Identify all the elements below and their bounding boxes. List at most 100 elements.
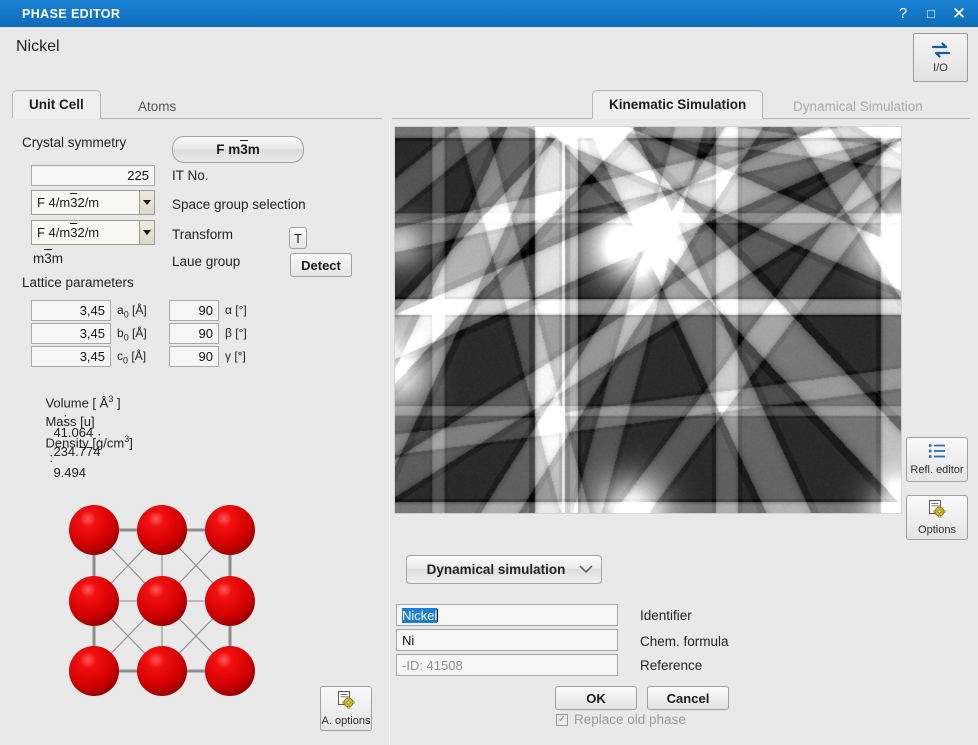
kikuchi-pattern[interactable] bbox=[394, 126, 902, 514]
lattice-beta-input[interactable] bbox=[169, 323, 219, 344]
window-title: PHASE EDITOR bbox=[22, 6, 121, 21]
it-number-input[interactable] bbox=[31, 165, 155, 186]
transform-select[interactable]: F 4/m 3 2/m bbox=[31, 220, 155, 245]
simulation-mode-value: Dynamical simulation bbox=[426, 562, 566, 577]
options-button[interactable]: Options bbox=[906, 495, 968, 540]
replace-old-phase-row[interactable]: ✓ Replace old phase bbox=[556, 712, 686, 727]
tab-kinematic-simulation-label: Kinematic Simulation bbox=[609, 97, 747, 112]
replace-old-phase-checkbox[interactable]: ✓ bbox=[556, 713, 568, 726]
chem-formula-value: Ni bbox=[402, 632, 415, 648]
lattice-c-label: c0 [Å] bbox=[117, 349, 146, 365]
crystal-symmetry-heading: Crystal symmetry bbox=[22, 135, 127, 150]
help-button[interactable]: ? bbox=[890, 1, 916, 26]
lattice-parameters-heading: Lattice parameters bbox=[22, 275, 134, 290]
density-label: Density [g/cm bbox=[45, 435, 125, 451]
simulation-tab-bar: Kinematic Simulation Dynamical Simulatio… bbox=[392, 90, 970, 119]
title-bar: PHASE EDITOR ? □ ✕ bbox=[0, 0, 978, 27]
identifier-value: Nickel bbox=[402, 607, 438, 623]
reflection-editor-label: Refl. editor bbox=[910, 464, 964, 476]
lattice-gamma-symbol: γ bbox=[225, 349, 231, 363]
transform-select-suffix: 2/m bbox=[77, 225, 100, 240]
chem-formula-label: Chem. formula bbox=[640, 634, 729, 649]
tab-unit-cell-label: Unit Cell bbox=[29, 97, 84, 112]
atom-options-button[interactable]: A. options bbox=[320, 686, 372, 731]
ok-button[interactable]: OK bbox=[555, 686, 637, 710]
io-button[interactable]: I/O bbox=[913, 33, 968, 82]
lattice-c-unit: [Å] bbox=[131, 349, 147, 363]
list-icon bbox=[928, 443, 946, 462]
space-group-symbol-bar: 3 bbox=[240, 140, 248, 157]
maximize-button[interactable]: □ bbox=[918, 1, 944, 26]
transform-button[interactable]: T bbox=[289, 227, 307, 249]
laue-group-prefix: m bbox=[33, 251, 45, 266]
space-group-symbol-prefix: F m bbox=[216, 142, 241, 157]
laue-group-label: Laue group bbox=[172, 254, 241, 269]
io-button-label: I/O bbox=[933, 61, 948, 74]
detect-button[interactable]: Detect bbox=[290, 253, 352, 277]
laue-group-suffix: m bbox=[51, 251, 64, 266]
space-group-select[interactable]: F 4/m 3 2/m bbox=[31, 190, 155, 215]
lattice-b-label: b0 [Å] bbox=[117, 326, 147, 342]
transform-label: Transform bbox=[172, 227, 234, 242]
chevron-down-icon[interactable] bbox=[139, 220, 155, 245]
space-group-select-bar: 3 bbox=[70, 193, 78, 210]
lattice-a-label: a0 [Å] bbox=[117, 303, 147, 319]
transform-select-value: F 4/m 3 2/m bbox=[31, 220, 139, 245]
space-group-select-prefix: F 4/m bbox=[37, 195, 71, 210]
cancel-button[interactable]: Cancel bbox=[647, 686, 729, 710]
lattice-alpha-symbol: α bbox=[225, 303, 232, 317]
tab-atoms[interactable]: Atoms bbox=[122, 93, 192, 119]
space-group-symbol-button[interactable]: F m3m bbox=[172, 136, 304, 163]
density-value: 9.494 bbox=[53, 465, 86, 481]
options-label: Options bbox=[918, 524, 956, 536]
it-number-label: IT No. bbox=[172, 168, 209, 183]
window-controls: ? □ ✕ bbox=[890, 1, 978, 26]
tab-dynamical-simulation: Dynamical Simulation bbox=[777, 93, 939, 119]
laue-group-value: m3m bbox=[33, 249, 64, 266]
transform-select-prefix: F 4/m bbox=[37, 225, 71, 240]
kikuchi-pattern-canvas[interactable] bbox=[395, 127, 901, 513]
reference-input[interactable]: -ID: 41508 bbox=[396, 654, 618, 676]
density-label-end: ] bbox=[129, 435, 133, 451]
transform-select-bar: 3 bbox=[70, 223, 78, 240]
identifier-label: Identifier bbox=[640, 608, 692, 623]
tab-atoms-label: Atoms bbox=[138, 98, 177, 114]
chevron-down-icon[interactable] bbox=[139, 190, 155, 215]
lattice-gamma-label: γ [°] bbox=[225, 349, 246, 363]
lattice-gamma-input[interactable] bbox=[169, 346, 219, 367]
space-group-select-value: F 4/m 3 2/m bbox=[31, 190, 139, 215]
volume-label-end: ] bbox=[113, 395, 121, 411]
replace-old-phase-label: Replace old phase bbox=[574, 712, 686, 727]
unit-cell-tab-bar: Unit Cell Atoms bbox=[12, 90, 382, 119]
lattice-alpha-unit: [°] bbox=[235, 303, 247, 317]
tab-unit-cell[interactable]: Unit Cell bbox=[12, 90, 101, 119]
lattice-alpha-input[interactable] bbox=[169, 300, 219, 321]
close-button[interactable]: ✕ bbox=[946, 1, 972, 26]
lattice-b-subscript: 0 bbox=[123, 332, 129, 343]
panel-divider-highlight bbox=[389, 119, 390, 745]
reflection-editor-button[interactable]: Refl. editor bbox=[906, 437, 968, 482]
unit-cell-preview[interactable] bbox=[62, 503, 262, 698]
lattice-b-symbol: b bbox=[117, 326, 124, 340]
lattice-c-subscript: 0 bbox=[123, 355, 129, 366]
lattice-beta-label: β [°] bbox=[225, 326, 247, 340]
identifier-input[interactable]: Nickel bbox=[396, 604, 618, 626]
chem-formula-input[interactable]: Ni bbox=[396, 629, 618, 651]
lattice-b-unit: [Å] bbox=[132, 326, 147, 340]
lattice-beta-symbol: β bbox=[225, 326, 232, 340]
atom-options-label: A. options bbox=[321, 715, 371, 727]
lattice-c-input[interactable] bbox=[31, 346, 111, 367]
reference-label: Reference bbox=[640, 658, 703, 673]
density-separator: : bbox=[49, 450, 54, 466]
laue-group-bar: 3 bbox=[44, 249, 52, 266]
exchange-arrows-icon bbox=[930, 42, 952, 61]
simulation-mode-select[interactable]: Dynamical simulation bbox=[406, 555, 602, 584]
lattice-a-input[interactable] bbox=[31, 300, 111, 321]
settings-document-icon bbox=[336, 690, 356, 713]
tab-kinematic-simulation[interactable]: Kinematic Simulation bbox=[592, 90, 764, 119]
chevron-down-icon[interactable] bbox=[571, 565, 601, 574]
lattice-beta-unit: [°] bbox=[235, 326, 247, 340]
page-title: Nickel bbox=[16, 38, 60, 55]
space-group-select-suffix: 2/m bbox=[77, 195, 100, 210]
lattice-b-input[interactable] bbox=[31, 323, 111, 344]
